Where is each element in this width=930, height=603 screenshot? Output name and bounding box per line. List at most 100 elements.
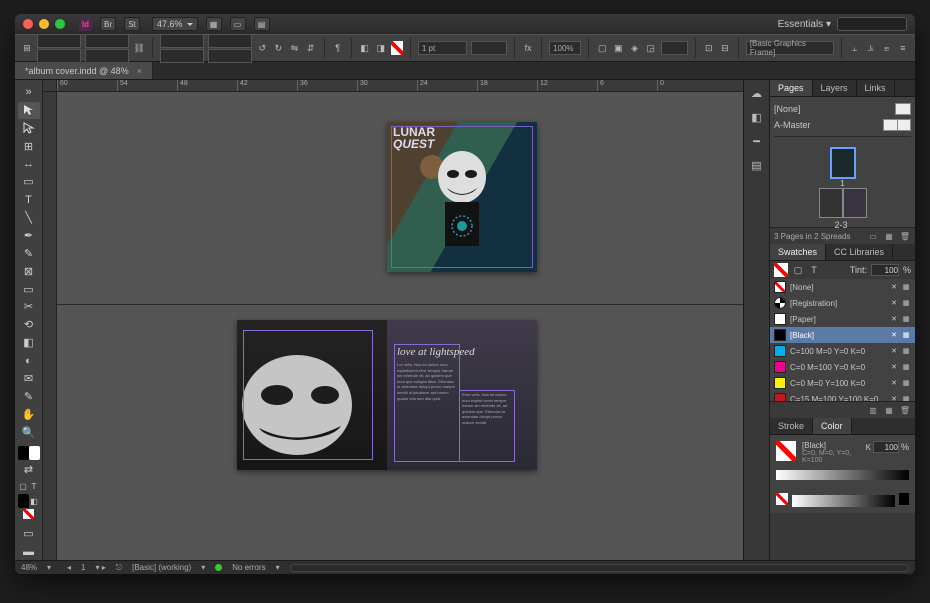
- toggle-tools-icon[interactable]: »: [18, 84, 40, 101]
- x-position-field[interactable]: [37, 34, 81, 48]
- window-close-button[interactable]: [23, 19, 33, 29]
- window-zoom-button[interactable]: [55, 19, 65, 29]
- tint-slider[interactable]: [776, 470, 909, 480]
- stock-button[interactable]: St: [124, 17, 140, 31]
- fill-none-swatch[interactable]: [391, 41, 403, 55]
- shear-field[interactable]: [208, 49, 252, 63]
- swatch-row[interactable]: C=15 M=100 Y=100 K=0✕▦: [770, 391, 915, 401]
- a-master-row[interactable]: A-Master: [774, 117, 911, 133]
- apply-color-icon[interactable]: [18, 494, 29, 508]
- screen-mode-button[interactable]: ▭: [230, 17, 246, 31]
- zoom-level-dropdown[interactable]: 47.6%: [152, 17, 198, 31]
- tab-stroke[interactable]: Stroke: [770, 418, 813, 434]
- formatting-affects-text-icon[interactable]: T: [29, 479, 40, 493]
- pen-tool[interactable]: ✒: [18, 227, 40, 244]
- corner-size-field[interactable]: [661, 41, 688, 55]
- horizontal-ruler[interactable]: 60544842363024181260: [57, 80, 743, 92]
- workspace-switcher[interactable]: Essentials ▾: [778, 19, 831, 30]
- status-zoom[interactable]: 48%: [21, 563, 37, 572]
- spread-thumb-2-3[interactable]: 2-3: [819, 188, 867, 218]
- stroke-weight-dropdown[interactable]: 1 pt: [418, 41, 468, 55]
- width-field[interactable]: [85, 34, 129, 48]
- tab-color[interactable]: Color: [813, 418, 852, 434]
- note-tool[interactable]: ✉: [18, 370, 40, 387]
- align-right-icon[interactable]: ⫢: [881, 41, 893, 55]
- k-value-input[interactable]: [873, 441, 899, 453]
- spread-2-3[interactable]: love at lightspeed Lor velis. Nos int do…: [237, 320, 537, 470]
- flip-vertical-icon[interactable]: ⇵: [305, 41, 317, 55]
- view-options-button[interactable]: ▦: [206, 17, 222, 31]
- scissors-tool[interactable]: ✂: [18, 299, 40, 316]
- edit-page-size-icon[interactable]: ▭: [867, 230, 879, 242]
- zoom-tool[interactable]: 🔍: [18, 424, 40, 441]
- swatch-row[interactable]: [Black]✕▦: [770, 327, 915, 343]
- arrange-documents-button[interactable]: ▤: [254, 17, 270, 31]
- text-wrap-none-icon[interactable]: ▢: [596, 41, 608, 55]
- content-collector-tool[interactable]: ▭: [18, 173, 40, 190]
- swatch-row[interactable]: C=0 M=0 Y=100 K=0✕▦: [770, 375, 915, 391]
- fit-content-icon[interactable]: ⊡: [703, 41, 715, 55]
- fit-frame-icon[interactable]: ⊟: [719, 41, 731, 55]
- page-tool[interactable]: ⊞: [18, 138, 40, 155]
- new-color-group-icon[interactable]: ▥: [867, 404, 879, 416]
- tab-layers[interactable]: Layers: [813, 80, 857, 96]
- document-tab[interactable]: *album cover.indd @ 48% ×: [15, 62, 153, 79]
- eyedropper-tool[interactable]: ✎: [18, 388, 40, 405]
- gradient-swatch-tool[interactable]: ◧: [18, 334, 40, 351]
- status-page-nav[interactable]: 1: [81, 563, 85, 572]
- rectangle-tool[interactable]: ▭: [18, 281, 40, 298]
- rectangle-frame-tool[interactable]: ⊠: [18, 263, 40, 280]
- delete-swatch-icon[interactable]: 🗑: [899, 404, 911, 416]
- tab-cc-libraries[interactable]: CC Libraries: [826, 244, 893, 260]
- pencil-tool[interactable]: ✎: [18, 245, 40, 262]
- flip-horizontal-icon[interactable]: ⇋: [288, 41, 300, 55]
- stroke-swatch[interactable]: [29, 446, 40, 460]
- constrain-proportions-icon[interactable]: ⛓: [133, 41, 145, 55]
- text-wrap-object-icon[interactable]: ◈: [628, 41, 640, 55]
- height-field[interactable]: [85, 49, 129, 63]
- new-page-icon[interactable]: ▦: [883, 230, 895, 242]
- master-none-thumb[interactable]: [895, 103, 911, 115]
- apply-gradient-icon[interactable]: ◧: [29, 494, 40, 508]
- delete-page-icon[interactable]: 🗑: [899, 230, 911, 242]
- window-minimize-button[interactable]: [39, 19, 49, 29]
- align-left-icon[interactable]: ⫠: [848, 41, 860, 55]
- cc-libraries-dock-icon[interactable]: ☁: [748, 84, 766, 102]
- formatting-container-icon[interactable]: ▢: [792, 264, 804, 276]
- align-center-icon[interactable]: ⫡: [865, 41, 877, 55]
- stroke-style-dropdown[interactable]: [471, 41, 507, 55]
- color-fill-proxy[interactable]: [776, 441, 796, 461]
- master-none-row[interactable]: [None]: [774, 101, 911, 117]
- bridge-button[interactable]: Br: [100, 17, 116, 31]
- control-bar-menu-icon[interactable]: ≡: [897, 41, 909, 55]
- spectrum-ramp[interactable]: [792, 495, 895, 507]
- swatch-row[interactable]: [Paper]✕▦: [770, 311, 915, 327]
- page-thumb-1[interactable]: 1: [831, 148, 855, 178]
- rotate-ccw-icon[interactable]: ↺: [256, 41, 268, 55]
- close-tab-icon[interactable]: ×: [137, 66, 142, 76]
- paragraph-mark-icon[interactable]: ¶: [332, 41, 344, 55]
- new-swatch-icon[interactable]: ▦: [883, 404, 895, 416]
- y-position-field[interactable]: [37, 49, 81, 63]
- scale-percentage-dropdown[interactable]: 100%: [549, 41, 581, 55]
- screen-mode-normal-icon[interactable]: ▭: [18, 525, 40, 542]
- page-1[interactable]: LUNAR QUEST: [387, 122, 537, 272]
- ruler-origin[interactable]: [43, 80, 57, 92]
- formatting-text-icon[interactable]: T: [808, 264, 820, 276]
- swatch-row[interactable]: C=0 M=100 Y=0 K=0✕▦: [770, 359, 915, 375]
- reference-point-proxy[interactable]: ⊞: [21, 41, 33, 55]
- apply-none-icon[interactable]: [23, 509, 34, 519]
- stroke-dock-icon[interactable]: ━: [748, 132, 766, 150]
- type-tool[interactable]: T: [18, 191, 40, 208]
- black-ramp-end[interactable]: [899, 493, 909, 505]
- corner-options-icon[interactable]: ◲: [645, 41, 657, 55]
- pasteboard[interactable]: LUNAR QUEST: [57, 92, 743, 560]
- hand-tool[interactable]: ✋: [18, 406, 40, 423]
- swatch-row[interactable]: C=100 M=0 Y=0 K=0✕▦: [770, 343, 915, 359]
- preflight-profile[interactable]: [Basic] (working): [132, 563, 191, 572]
- open-navigator-icon[interactable]: ⎋: [116, 563, 122, 573]
- album-cover-image[interactable]: LUNAR QUEST: [387, 122, 537, 272]
- object-style-dropdown[interactable]: [Basic Graphics Frame]: [746, 41, 834, 55]
- fill-proxy-none[interactable]: [774, 263, 788, 277]
- text-wrap-bounding-icon[interactable]: ▣: [612, 41, 624, 55]
